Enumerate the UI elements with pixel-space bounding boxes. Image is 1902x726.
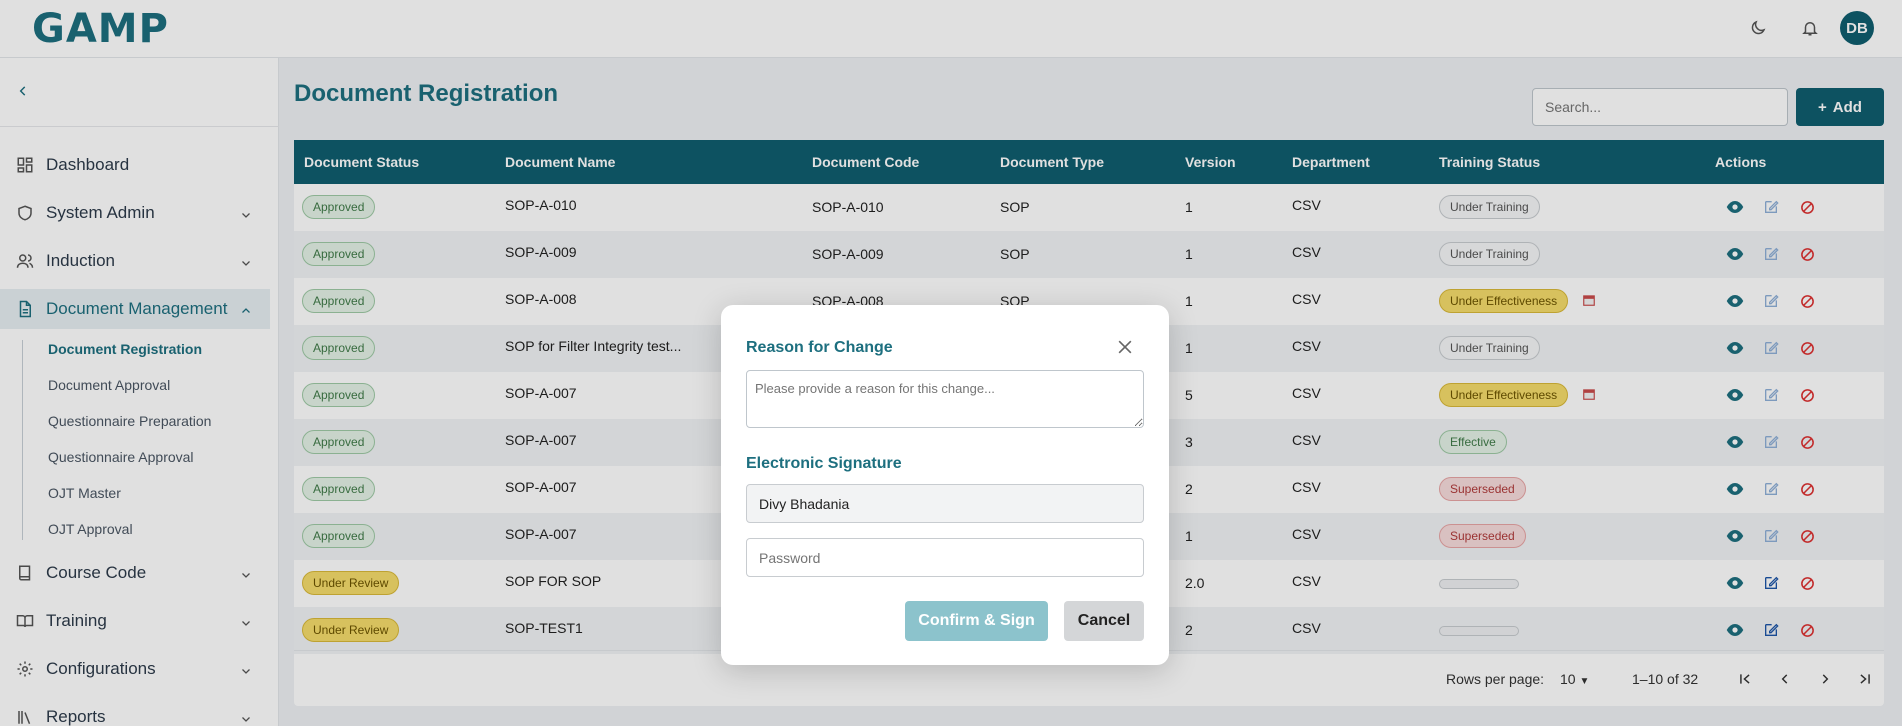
close-icon[interactable] <box>1113 335 1137 359</box>
dialog-title: Reason for Change <box>746 339 893 356</box>
signer-name-field: Divy Bhadania <box>746 484 1144 523</box>
reason-for-change-dialog: Reason for Change Electronic Signature D… <box>721 305 1169 665</box>
electronic-signature-heading: Electronic Signature <box>746 455 902 472</box>
cancel-button[interactable]: Cancel <box>1064 601 1144 641</box>
password-field[interactable] <box>746 538 1144 577</box>
confirm-sign-button[interactable]: Confirm & Sign <box>905 601 1048 641</box>
reason-textarea[interactable] <box>746 370 1144 428</box>
